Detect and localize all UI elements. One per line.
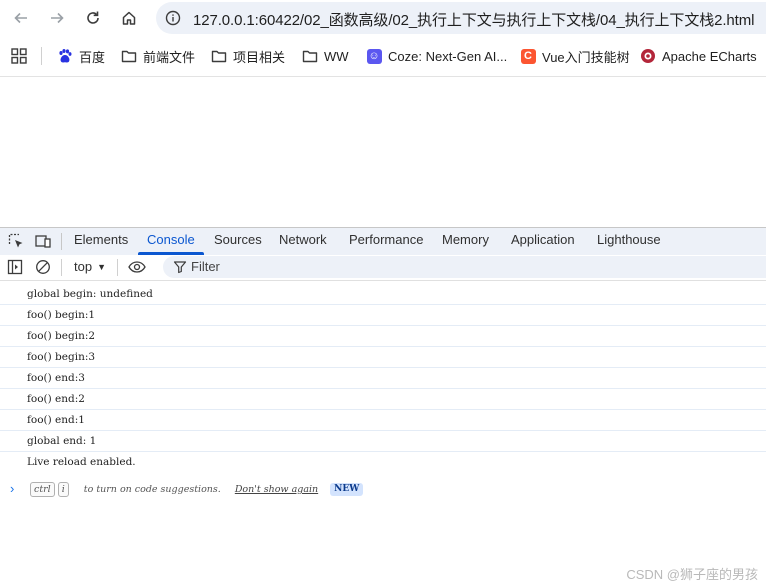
forward-button[interactable] bbox=[44, 5, 70, 31]
bookmarks-bar: 百度 前端文件 项目相关 WW ☺ Coze: Next-Gen AI... C… bbox=[0, 40, 766, 72]
bookmark-folder-projects[interactable]: 项目相关 bbox=[211, 46, 285, 66]
console-log-line: foo() begin:3 bbox=[0, 347, 766, 368]
tab-console[interactable]: Console bbox=[147, 232, 195, 247]
device-toolbar-icon[interactable] bbox=[35, 233, 51, 249]
home-icon bbox=[122, 11, 136, 25]
csdn-c-icon: C bbox=[520, 48, 536, 64]
prompt-chevron-icon: › bbox=[10, 481, 15, 496]
new-badge: NEW bbox=[330, 483, 364, 496]
tab-lighthouse[interactable]: Lighthouse bbox=[597, 232, 661, 247]
sidebar-toggle-icon[interactable] bbox=[7, 259, 23, 275]
folder-icon bbox=[302, 48, 318, 64]
browser-toolbar: 127.0.0.1:60422/02_函数高级/02_执行上下文与执行上下文栈/… bbox=[0, 0, 766, 37]
filter-funnel-icon bbox=[173, 261, 187, 274]
tab-memory[interactable]: Memory bbox=[442, 232, 489, 247]
console-log-line: foo() begin:1 bbox=[0, 305, 766, 326]
inspect-element-icon[interactable] bbox=[8, 233, 24, 249]
folder-icon bbox=[121, 48, 137, 64]
watermark: CSDN @狮子座的男孩 bbox=[626, 567, 758, 582]
context-label: top bbox=[74, 259, 93, 274]
bookmark-label: 项目相关 bbox=[233, 49, 286, 65]
home-button[interactable] bbox=[116, 5, 142, 31]
console-separator bbox=[61, 259, 62, 276]
coze-icon: ☺ bbox=[366, 48, 382, 64]
console-output: global begin: undefined foo() begin:1 fo… bbox=[0, 284, 766, 473]
back-button[interactable] bbox=[8, 5, 34, 31]
site-info-icon[interactable] bbox=[165, 10, 181, 26]
console-log-line: global end: 1 bbox=[0, 431, 766, 452]
tab-network[interactable]: Network bbox=[279, 232, 327, 247]
bookmark-coze[interactable]: ☺ Coze: Next-Gen AI... bbox=[366, 46, 507, 66]
hint-text: to turn on code suggestions. bbox=[83, 484, 221, 495]
arrow-left-icon bbox=[14, 12, 27, 24]
toolbar-divider bbox=[0, 76, 766, 77]
dont-show-again-link[interactable]: Don't show again bbox=[235, 484, 318, 495]
bookmark-folder-ww[interactable]: WW bbox=[302, 46, 349, 66]
apps-grid-icon[interactable] bbox=[11, 48, 27, 64]
dropdown-caret-icon: ▼ bbox=[97, 261, 106, 272]
clear-console-icon[interactable] bbox=[35, 259, 51, 275]
kbd-i: i bbox=[57, 482, 69, 497]
filter-placeholder: Filter bbox=[191, 259, 220, 274]
console-log-line: foo() end:3 bbox=[0, 368, 766, 389]
reload-button[interactable] bbox=[80, 5, 106, 31]
console-log-line: foo() end:1 bbox=[0, 410, 766, 431]
url-text: 127.0.0.1:60422/02_函数高级/02_执行上下文与执行上下文栈/… bbox=[193, 12, 755, 29]
bookmark-label: Vue入门技能树 bbox=[542, 49, 630, 65]
bookmark-label: 百度 bbox=[79, 49, 106, 65]
kbd-ctrl: ctrl bbox=[30, 482, 55, 497]
bookmark-vue[interactable]: C Vue入门技能树 bbox=[520, 46, 630, 66]
devtools-separator bbox=[61, 233, 62, 250]
tab-sources[interactable]: Sources bbox=[214, 232, 262, 247]
console-log-line: global begin: undefined bbox=[0, 284, 766, 305]
address-bar[interactable]: 127.0.0.1:60422/02_函数高级/02_执行上下文与执行上下文栈/… bbox=[156, 2, 766, 34]
console-separator bbox=[117, 259, 118, 276]
filter-input[interactable]: Filter bbox=[163, 256, 766, 278]
echarts-icon bbox=[640, 48, 656, 64]
bookmark-label: 前端文件 bbox=[143, 49, 196, 65]
context-selector[interactable]: top ▼ bbox=[74, 259, 106, 274]
code-suggestions-hint: ctrl i to turn on code suggestions. Don'… bbox=[30, 482, 364, 497]
console-prompt[interactable]: › ctrl i to turn on code suggestions. Do… bbox=[0, 481, 766, 501]
console-log-line: foo() end:2 bbox=[0, 389, 766, 410]
eye-icon[interactable] bbox=[128, 259, 146, 275]
bookmark-label: WW bbox=[324, 48, 349, 64]
baidu-paw-icon bbox=[57, 48, 73, 64]
console-log-line: foo() begin:2 bbox=[0, 326, 766, 347]
devtools-tab-strip: Elements Console Sources Network Perform… bbox=[0, 227, 766, 255]
console-log-line: Live reload enabled. bbox=[27, 456, 136, 468]
bookmark-label: Coze: Next-Gen AI... bbox=[388, 48, 508, 64]
arrow-right-icon bbox=[51, 12, 64, 24]
bookmark-echarts[interactable]: Apache ECharts bbox=[640, 46, 757, 66]
tab-application[interactable]: Application bbox=[511, 232, 575, 247]
bookmark-baidu[interactable]: 百度 bbox=[57, 46, 105, 66]
bookmark-folder-frontend[interactable]: 前端文件 bbox=[121, 46, 195, 66]
console-toolbar: top ▼ Filter bbox=[0, 255, 766, 281]
folder-icon bbox=[211, 48, 227, 64]
tab-performance[interactable]: Performance bbox=[349, 232, 423, 247]
reload-icon bbox=[87, 11, 99, 24]
bookmark-separator bbox=[41, 47, 42, 65]
tab-elements[interactable]: Elements bbox=[74, 232, 128, 247]
bookmark-label: Apache ECharts bbox=[662, 48, 757, 64]
